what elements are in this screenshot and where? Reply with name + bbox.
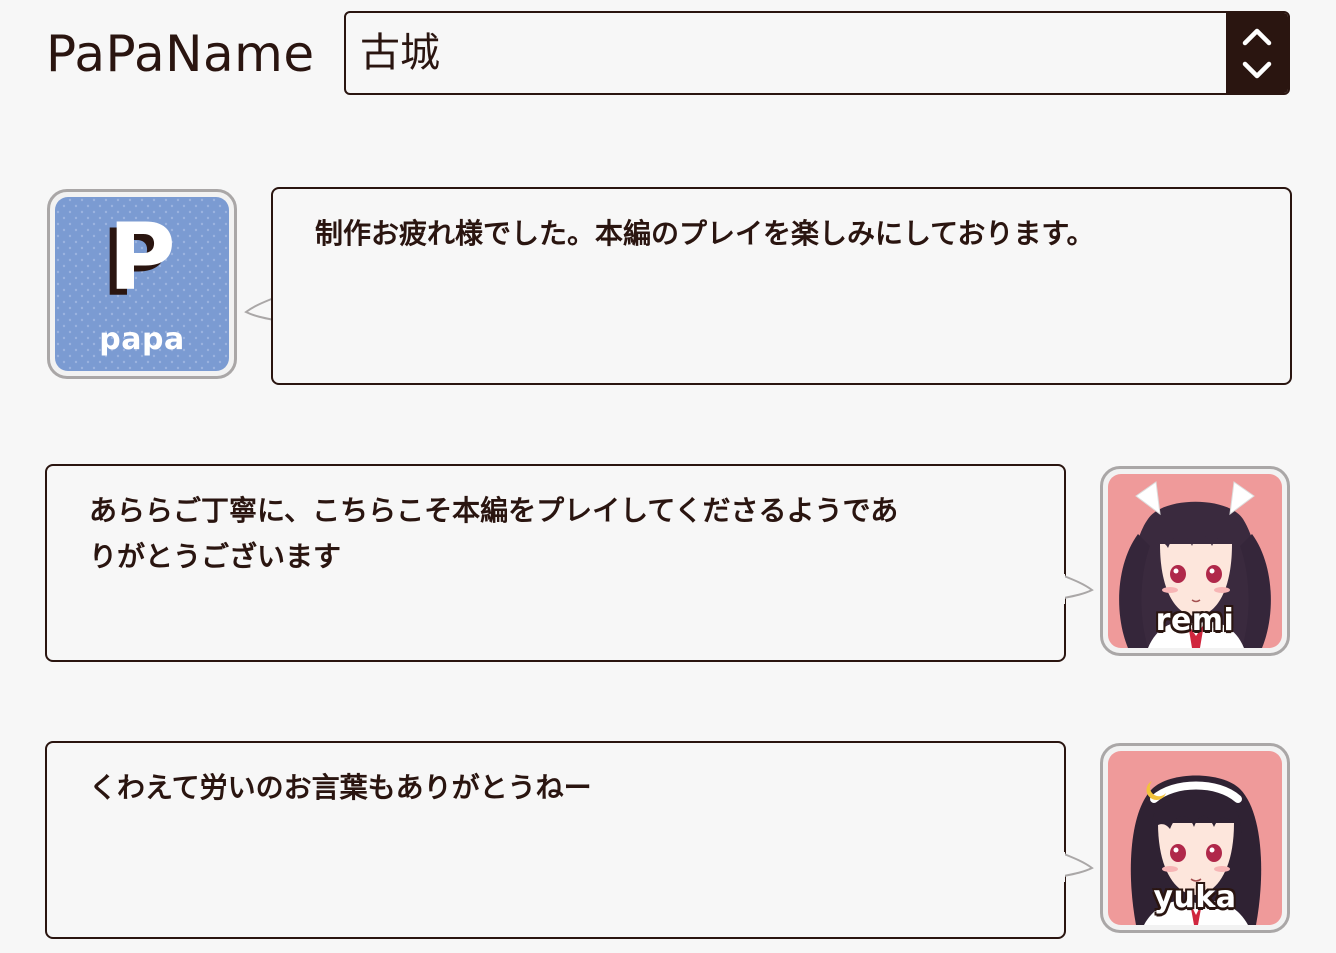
yuka-avatar: yuka [1100,743,1290,933]
bubble-tail-right [1061,574,1094,604]
message-bubble-papa: 制作お疲れ様でした。本編のプレイを楽しみにしております。 [271,187,1292,385]
papa-avatar-label: papa [99,322,185,357]
yuka-avatar-label: yuka [1153,880,1237,915]
remi-avatar: remi [1100,466,1290,656]
papa-name-select-control[interactable]: 古城 [346,13,1288,93]
message-bubble-remi: あららご丁寧に、こちらこそ本編をプレイしてくださるようであ りがとうございます [45,464,1066,662]
papa-name-label: PaPaName [46,25,315,83]
papa-name-select[interactable]: 古城 [344,11,1290,95]
message-text-papa: 制作お疲れ様でした。本編のプレイを楽しみにしております。 [315,217,1095,250]
papa-logo-letter: P [108,204,176,311]
message-bubble-yuka: くわえて労いのお言葉もありがとうねー [45,741,1066,939]
papa-avatar: P papa [47,189,237,379]
bubble-tail-right [1061,852,1094,882]
message-text-yuka: くわえて労いのお言葉もありがとうねー [89,771,592,804]
papa-name-preview: PaPaName 古城 P papa 制作お疲れ様でした。本編のプレイを楽しみに… [0,0,1336,953]
message-text-remi: あららご丁寧に、こちらこそ本編をプレイしてくださるようであ りがとうございます [89,494,899,573]
remi-avatar-label: remi [1155,603,1235,638]
